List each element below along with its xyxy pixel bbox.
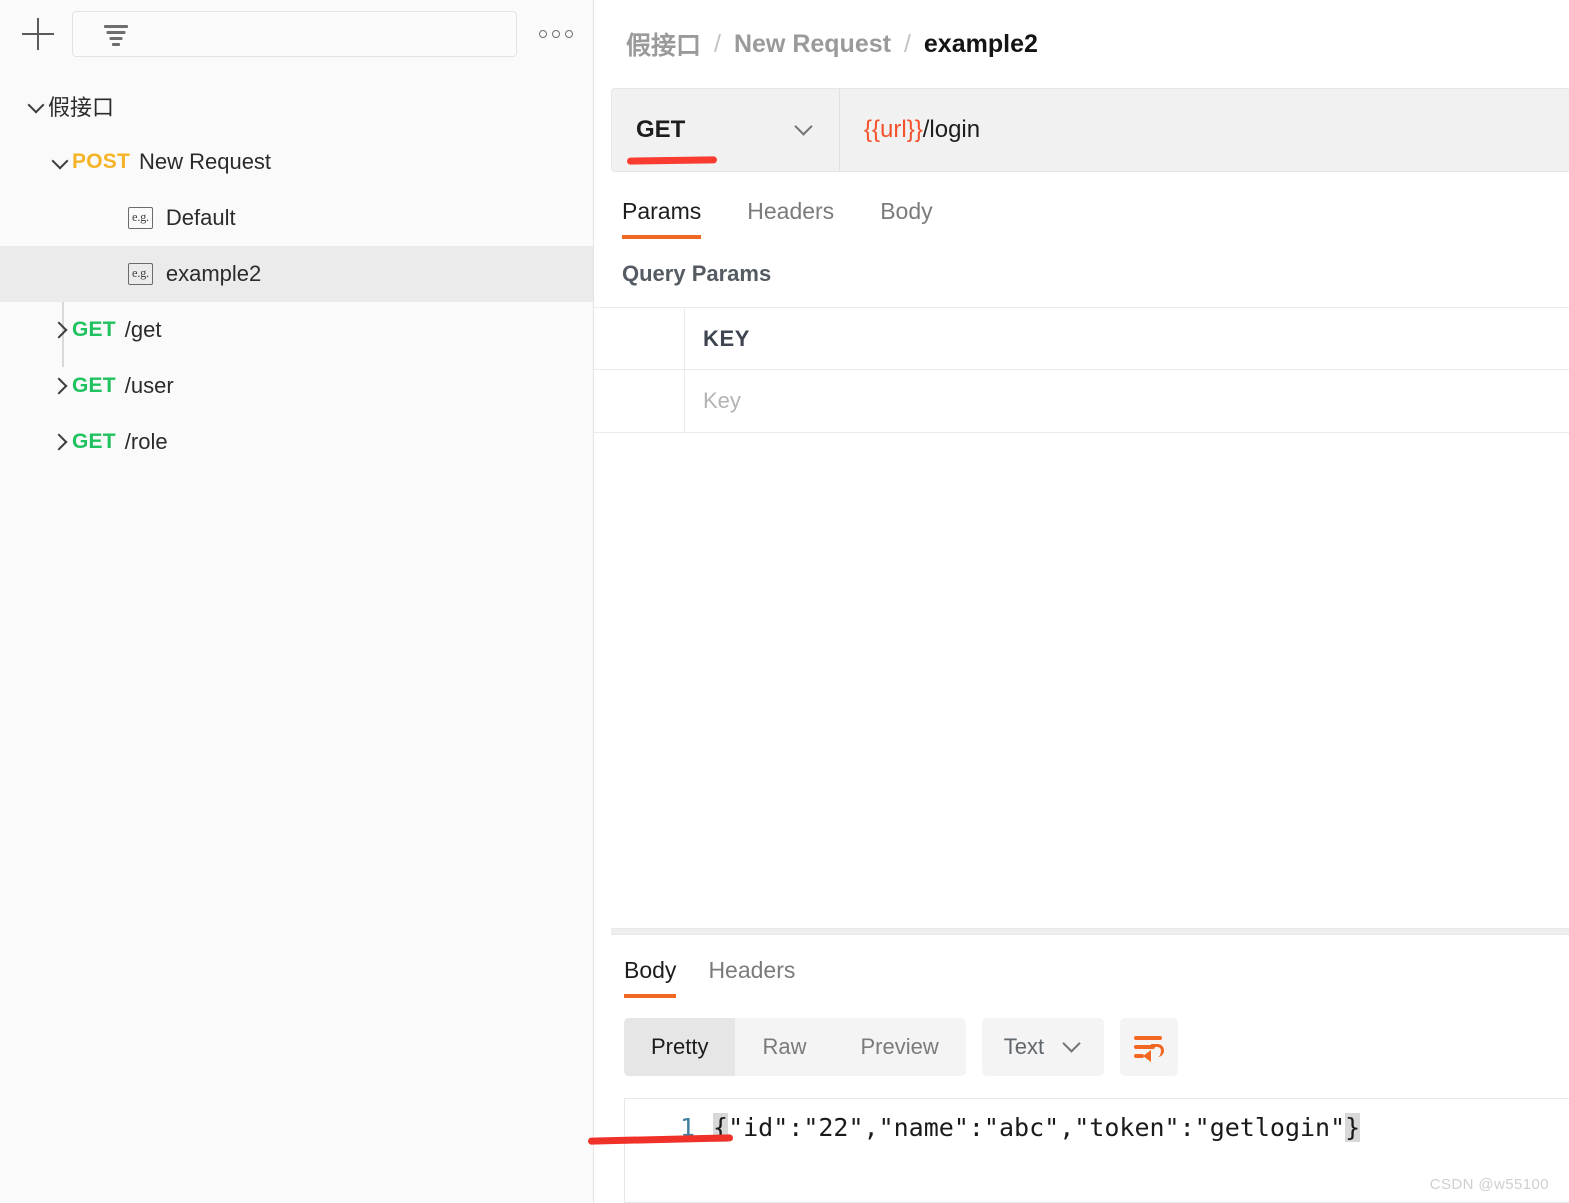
url-input[interactable]: {{url}}/login	[840, 89, 1569, 171]
watermark: CSDN @w55100	[1429, 1176, 1549, 1193]
checkbox-column-header	[594, 308, 685, 369]
response-body-editor[interactable]: 1 {"id":"22","name":"abc","token":"getlo…	[624, 1098, 1569, 1203]
request-tabs: Params Headers Body	[594, 198, 1569, 239]
dot-1	[539, 30, 547, 38]
breadcrumb-item-collection[interactable]: 假接口	[626, 26, 701, 62]
tree-item-label: Default	[165, 205, 236, 230]
breadcrumb-separator: /	[903, 29, 911, 58]
tree-item-label: /role	[124, 429, 168, 454]
response-panel: Body Headers Pretty Raw Preview Text 1 {…	[594, 935, 1569, 1203]
url-path-text: /login	[922, 116, 981, 143]
search-box[interactable]	[72, 11, 517, 57]
row-checkbox-cell[interactable]	[594, 370, 685, 432]
view-mode-preview[interactable]: Preview	[833, 1018, 965, 1076]
word-wrap-icon	[1134, 1035, 1165, 1062]
close-brace: }	[1345, 1113, 1361, 1142]
breadcrumb-item-current: example2	[923, 29, 1038, 58]
tree-item-label: 假接口	[48, 95, 115, 120]
table-row[interactable]: Key	[594, 370, 1569, 432]
view-mode-pretty[interactable]: Pretty	[624, 1018, 736, 1076]
query-params-title: Query Params	[622, 261, 772, 286]
http-method-value: GET	[636, 116, 686, 143]
format-select[interactable]: Text	[981, 1018, 1105, 1076]
red-annotation-underline-method	[626, 156, 718, 165]
response-panel-divider[interactable]	[611, 928, 1569, 935]
sidebar-toolbar	[0, 0, 593, 68]
search-input[interactable]	[131, 12, 502, 56]
method-badge-get: GET	[72, 430, 116, 453]
tree-item-default-example[interactable]: e.g. Default	[0, 190, 593, 246]
add-new-button[interactable]	[20, 16, 56, 52]
view-mode-raw[interactable]: Raw	[735, 1018, 833, 1076]
response-tabs: Body Headers	[610, 957, 1569, 998]
breadcrumb-separator: /	[714, 29, 721, 58]
query-params-table: KEY Key	[594, 307, 1569, 433]
request-body-spacer	[594, 433, 1569, 928]
chevron-right-icon[interactable]	[50, 375, 72, 397]
chevron-down-icon[interactable]	[50, 151, 72, 173]
method-badge-get: GET	[72, 318, 116, 341]
http-method-select[interactable]: GET	[612, 89, 840, 171]
tree-item-get-get[interactable]: GET /get	[0, 302, 593, 358]
more-options-button[interactable]	[533, 16, 579, 52]
key-input-placeholder[interactable]: Key	[685, 388, 1569, 414]
filter-icon[interactable]	[101, 21, 131, 47]
chevron-down-icon[interactable]	[794, 120, 814, 140]
tree-item-get-role[interactable]: GET /role	[0, 414, 593, 470]
chevron-down-icon[interactable]	[26, 95, 48, 117]
tree-item-label: /get	[124, 317, 162, 342]
dot-3	[565, 30, 573, 38]
tab-body[interactable]: Body	[880, 198, 932, 239]
table-header-row: KEY	[594, 308, 1569, 370]
tree-item-label: New Request	[138, 149, 272, 174]
tree-item-new-request[interactable]: POST New Request	[0, 134, 593, 190]
url-bar: GET {{url}}/login	[611, 88, 1569, 172]
tab-params[interactable]: Params	[622, 198, 702, 239]
postman-like-app-window: 假接口 POST New Request e.g. Default e.g. e…	[0, 0, 1569, 1203]
chevron-right-icon[interactable]	[50, 431, 72, 453]
format-select-value: Text	[1003, 1034, 1045, 1059]
tree-item-get-user[interactable]: GET /user	[0, 358, 593, 414]
breadcrumb: 假接口 / New Request / example2	[594, 0, 1569, 88]
collection-tree: 假接口 POST New Request e.g. Default e.g. e…	[0, 68, 593, 470]
tree-item-example2[interactable]: e.g. example2	[0, 246, 593, 302]
main-panel: 假接口 / New Request / example2 GET {{url}}…	[594, 0, 1569, 1203]
response-tab-headers[interactable]: Headers	[708, 957, 795, 998]
tab-headers[interactable]: Headers	[747, 198, 834, 239]
chevron-down-icon[interactable]	[1062, 1037, 1082, 1057]
example-icon: e.g.	[128, 263, 153, 285]
view-mode-segmented-control: Pretty Raw Preview	[624, 1018, 966, 1076]
sidebar: 假接口 POST New Request e.g. Default e.g. e…	[0, 0, 594, 1203]
method-badge-get: GET	[72, 374, 116, 397]
response-json-content: "id":"22","name":"abc","token":"getlogin…	[728, 1113, 1346, 1142]
column-header-key: KEY	[703, 325, 751, 351]
tree-item-label: example2	[165, 261, 262, 286]
editor-line-numbers: 1	[679, 1113, 695, 1142]
tree-item-label: /user	[124, 373, 174, 398]
word-wrap-button[interactable]	[1120, 1018, 1179, 1076]
breadcrumb-item-request[interactable]: New Request	[734, 30, 891, 59]
tree-item-collection[interactable]: 假接口	[0, 78, 593, 134]
example-icon: e.g.	[128, 207, 153, 229]
url-variable-token: {{url}}	[864, 116, 923, 143]
response-controls: Pretty Raw Preview Text	[610, 1018, 1569, 1076]
response-tab-body[interactable]: Body	[624, 957, 677, 998]
dot-2	[552, 30, 560, 38]
chevron-right-icon[interactable]	[50, 319, 72, 341]
method-badge-post: POST	[72, 150, 130, 173]
